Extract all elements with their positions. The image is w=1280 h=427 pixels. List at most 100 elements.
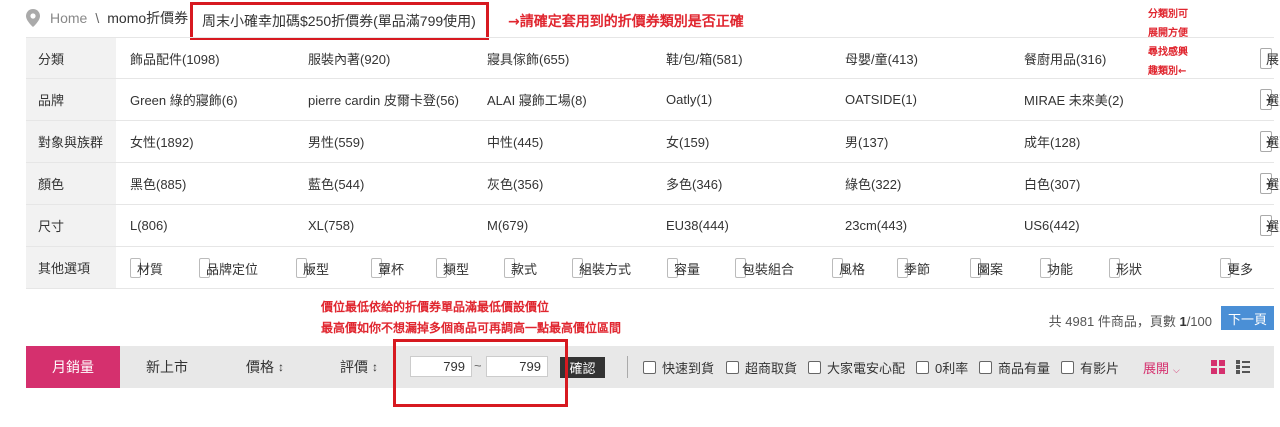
chevron-down-icon: ⌵ xyxy=(581,260,591,275)
filter-checkbox[interactable]: 有影片 xyxy=(1061,358,1119,377)
filter-checkbox[interactable]: 商品有量 xyxy=(979,358,1050,377)
sort-price-label: 價格 xyxy=(246,359,274,375)
filter-option[interactable]: 男性(559) xyxy=(308,121,364,162)
checkbox-box[interactable] xyxy=(1061,361,1074,374)
filter-row: 分類 飾品配件(1098) 服裝內著(920) 寢具傢飾(655) 鞋/包/箱(581)… xyxy=(26,37,1280,79)
select-more-button[interactable]: +選更多 xyxy=(1260,173,1280,194)
filter-dropdown[interactable]: 罩杯 ⌵ xyxy=(371,258,404,278)
sort-rating-label: 評價 xyxy=(340,359,368,375)
chevron-down-icon: ⌵ xyxy=(305,260,315,275)
filter-checkbox-label: 0利率 xyxy=(935,361,969,376)
filter-row-label: 尺寸 xyxy=(26,205,116,246)
annotation-price-note: 價位最低依給的折價券單品滿最低價設價位 最高價如你不想漏掉多個商品可再調高一點最… xyxy=(321,297,621,339)
filter-dropdown[interactable]: 季節 ⌵ xyxy=(897,258,930,278)
annotation-price-line-1: 價位最低依給的折價券單品滿最低價設價位 xyxy=(321,300,550,314)
filter-checkbox[interactable]: 快速到貨 xyxy=(643,358,714,377)
expand-category-button[interactable]: 展開⌵ xyxy=(1260,48,1280,69)
filter-dropdown[interactable]: 功能 ⌵ xyxy=(1040,258,1073,278)
filter-dropdown[interactable]: 款式 ⌵ xyxy=(504,258,537,278)
filter-values: L(806) XL(758) M(679) EU38(444) 23cm(443) US6… xyxy=(116,205,1280,246)
grid-view-icon[interactable] xyxy=(1211,360,1225,374)
filter-values: 飾品配件(1098) 服裝內著(920) 寢具傢飾(655) 鞋/包/箱(581) 母嬰… xyxy=(116,38,1280,78)
checkbox-box[interactable] xyxy=(726,361,739,374)
filter-option[interactable]: 母嬰/童(413) xyxy=(845,38,918,78)
expand-options-button[interactable]: 展開 ⌵ xyxy=(1143,358,1180,377)
filter-option[interactable]: 成年(128) xyxy=(1024,121,1080,162)
select-more-label: 選更多 xyxy=(1266,177,1280,192)
chevron-down-icon: ⌵ xyxy=(513,260,523,275)
filter-option[interactable]: ALAI 寢飾工場(8) xyxy=(487,79,587,120)
filter-option[interactable]: Green 綠的寢飾(6) xyxy=(130,79,238,120)
filter-dropdown[interactable]: 組裝方式 ⌵ xyxy=(572,258,631,278)
chevron-down-icon: ⌵ xyxy=(380,260,390,275)
filter-option[interactable]: 多色(346) xyxy=(666,163,722,204)
filter-dropdown[interactable]: 風格 ⌵ xyxy=(832,258,865,278)
filter-option[interactable]: 藍色(544) xyxy=(308,163,364,204)
breadcrumb-category-link[interactable]: momo折價券 xyxy=(107,8,188,28)
filter-option[interactable]: OATSIDE(1) xyxy=(845,79,917,120)
filter-option[interactable]: 灰色(356) xyxy=(487,163,543,204)
filter-option[interactable]: EU38(444) xyxy=(666,205,729,246)
checkbox-box[interactable] xyxy=(979,361,992,374)
filter-dropdown[interactable]: 形狀 ⌵ xyxy=(1109,258,1142,278)
filter-option[interactable]: 飾品配件(1098) xyxy=(130,38,220,78)
filter-option[interactable]: L(806) xyxy=(130,205,168,246)
list-view-icon[interactable] xyxy=(1236,360,1250,374)
current-page: 1 xyxy=(1179,314,1187,329)
filter-option[interactable]: MIRAE 未來美(2) xyxy=(1024,79,1124,120)
checkbox-box[interactable] xyxy=(916,361,929,374)
filter-option[interactable]: 23cm(443) xyxy=(845,205,907,246)
filter-dropdown[interactable]: 品牌定位 ⌵ xyxy=(199,258,258,278)
more-options-dropdown[interactable]: 更多 ⌵ xyxy=(1220,258,1253,278)
breadcrumb-home-link[interactable]: Home xyxy=(50,10,87,26)
select-more-button[interactable]: +選更多 xyxy=(1260,89,1280,110)
filter-checkbox[interactable]: 超商取貨 xyxy=(726,358,797,377)
filter-dropdown[interactable]: 版型 ⌵ xyxy=(296,258,329,278)
chevron-down-icon: ⌵ xyxy=(208,260,218,275)
filter-option[interactable]: US6(442) xyxy=(1024,205,1080,246)
filter-checkbox[interactable]: 大家電安心配 xyxy=(808,358,905,377)
sort-arrows-icon: ↕ xyxy=(278,360,284,374)
filter-option[interactable]: 女(159) xyxy=(666,121,709,162)
filter-option[interactable]: 黑色(885) xyxy=(130,163,186,204)
filter-dropdown[interactable]: 圖案 ⌵ xyxy=(970,258,1003,278)
select-more-button[interactable]: +選更多 xyxy=(1260,131,1280,152)
filter-row-label: 品牌 xyxy=(26,79,116,120)
chevron-down-icon: ⌵ xyxy=(1049,260,1059,275)
filter-dropdown[interactable]: 類型 ⌵ xyxy=(436,258,469,278)
filter-option[interactable]: 女性(1892) xyxy=(130,121,194,162)
filter-row: 品牌 Green 綠的寢飾(6) pierre cardin 皮爾卡登(56) ALA… xyxy=(26,79,1280,121)
sort-price[interactable]: 價格 ↕ xyxy=(246,346,284,388)
filter-option[interactable]: 服裝內著(920) xyxy=(308,38,390,78)
breadcrumb-separator: \ xyxy=(95,10,100,26)
sort-rating[interactable]: 評價 ↕ xyxy=(340,346,378,388)
filter-checkbox[interactable]: 0利率 xyxy=(916,358,968,377)
filter-option[interactable]: 綠色(322) xyxy=(845,163,901,204)
filter-option[interactable]: 寢具傢飾(655) xyxy=(487,38,569,78)
filter-option[interactable]: Oatly(1) xyxy=(666,79,712,120)
filter-option[interactable]: XL(758) xyxy=(308,205,354,246)
filter-option[interactable]: 白色(307) xyxy=(1024,163,1080,204)
checkbox-box[interactable] xyxy=(808,361,821,374)
sort-monthly-sales[interactable]: 月銷量 xyxy=(26,346,120,388)
filter-option[interactable]: 中性(445) xyxy=(487,121,543,162)
checkbox-box[interactable] xyxy=(643,361,656,374)
chevron-down-icon: ⌵ xyxy=(139,260,149,275)
select-more-label: 選更多 xyxy=(1266,219,1280,234)
sort-new-label: 新上市 xyxy=(146,359,188,375)
next-page-button[interactable]: 下一頁 xyxy=(1221,306,1274,330)
filter-option[interactable]: 餐廚用品(316) xyxy=(1024,38,1106,78)
filter-option[interactable]: 男(137) xyxy=(845,121,888,162)
chevron-down-icon: ⌵ xyxy=(676,260,686,275)
filter-dropdown[interactable]: 材質 ⌵ xyxy=(130,258,163,278)
filter-row-label: 顏色 xyxy=(26,163,116,204)
chevron-down-icon: ⌵ xyxy=(445,260,455,275)
sort-new-arrivals[interactable]: 新上市 xyxy=(146,346,188,388)
filter-dropdown[interactable]: 容量 ⌵ xyxy=(667,258,700,278)
chevron-down-icon: ⌵ xyxy=(744,260,754,275)
select-more-button[interactable]: +選更多 xyxy=(1260,215,1280,236)
filter-option[interactable]: 鞋/包/箱(581) xyxy=(666,38,743,78)
filter-option[interactable]: M(679) xyxy=(487,205,528,246)
filter-option[interactable]: pierre cardin 皮爾卡登(56) xyxy=(308,79,459,120)
filter-dropdown[interactable]: 包裝組合 ⌵ xyxy=(735,258,794,278)
